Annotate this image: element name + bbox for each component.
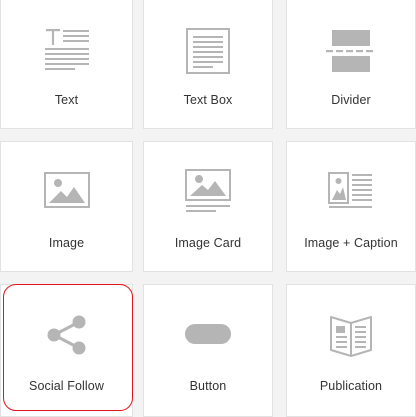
block-label: Social Follow [29, 379, 104, 393]
block-label: Image [48, 236, 85, 250]
divider-icon [287, 23, 415, 79]
image-card-icon [144, 164, 272, 220]
content-blocks-grid: Text Text Box Divider Image Image Card I… [0, 0, 416, 417]
block-image-card[interactable]: Image Card [143, 141, 273, 272]
block-button[interactable]: Button [143, 284, 273, 417]
block-label: Image Card [174, 236, 242, 250]
image-caption-icon [287, 164, 415, 220]
block-label: Text [54, 93, 79, 107]
block-label: Publication [319, 379, 383, 393]
block-social-follow[interactable]: Social Follow [0, 284, 133, 417]
text-box-icon [144, 23, 272, 79]
block-label: Text Box [183, 93, 233, 107]
block-text[interactable]: Text [0, 0, 133, 129]
block-divider[interactable]: Divider [286, 0, 416, 129]
block-text-box[interactable]: Text Box [143, 0, 273, 129]
image-icon [1, 164, 132, 220]
block-label: Divider [331, 93, 371, 107]
share-icon [1, 307, 132, 363]
block-label: Button [189, 379, 227, 393]
publication-icon [287, 307, 415, 363]
block-label: Image + Caption [304, 236, 398, 250]
block-publication[interactable]: Publication [286, 284, 416, 417]
block-image-caption[interactable]: Image + Caption [286, 141, 416, 272]
button-icon [144, 307, 272, 363]
text-icon [1, 23, 132, 79]
block-image[interactable]: Image [0, 141, 133, 272]
